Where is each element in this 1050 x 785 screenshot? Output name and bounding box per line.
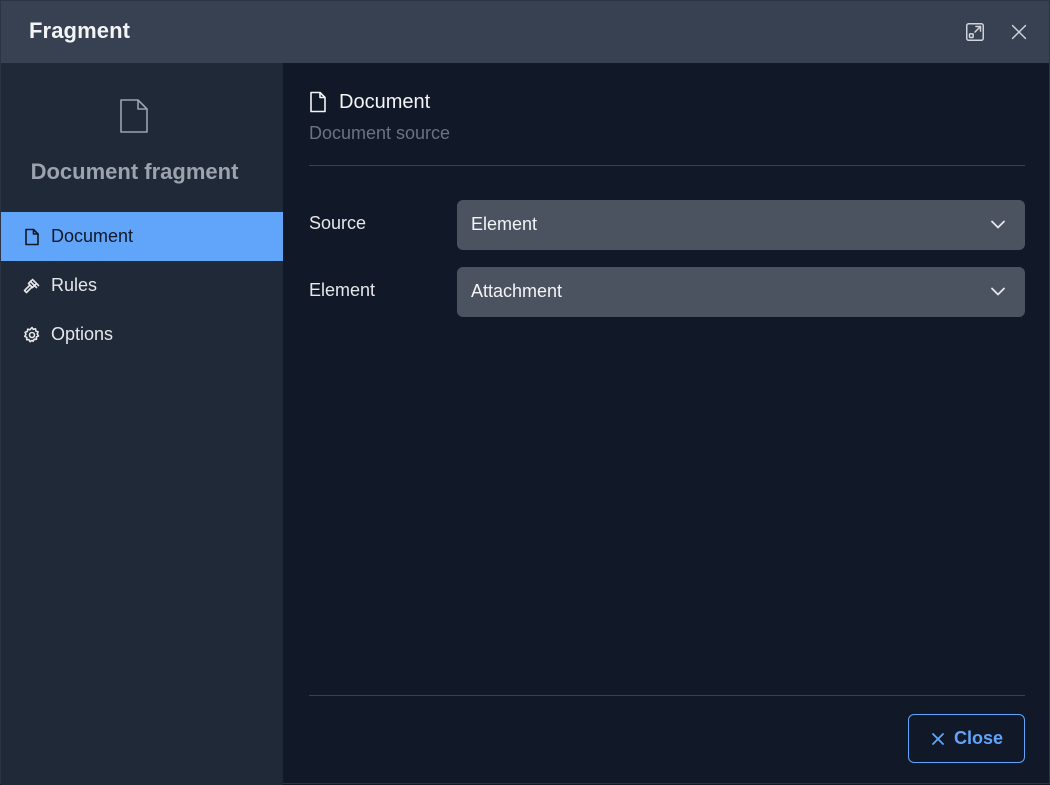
close-button-label: Close <box>953 728 1004 748</box>
gear-icon <box>23 326 41 344</box>
source-select[interactable]: Element <box>457 200 1025 250</box>
sidebar-item-label: Options <box>51 324 114 344</box>
fragment-dialog: Fragment Document fragment Document Rule… <box>0 0 1050 785</box>
source-select-value: Element <box>471 214 538 234</box>
sidebar-title: Document fragment <box>30 159 239 184</box>
close-window-button[interactable] <box>1007 20 1031 44</box>
expand-icon <box>966 23 984 41</box>
document-icon <box>309 91 327 113</box>
close-button[interactable]: Close <box>908 714 1025 763</box>
source-label: Source <box>309 213 367 233</box>
close-icon <box>1011 24 1027 40</box>
sidebar-item-options[interactable]: Options <box>1 310 283 359</box>
dialog-title: Fragment <box>29 18 131 43</box>
expand-button[interactable] <box>963 20 987 44</box>
element-select[interactable]: Attachment <box>457 267 1025 317</box>
element-label: Element <box>309 280 376 300</box>
section-title: Document <box>339 91 431 113</box>
close-icon <box>930 731 946 747</box>
gavel-icon <box>23 277 41 295</box>
sidebar-item-document[interactable]: Document <box>1 212 283 261</box>
sidebar-item-label: Rules <box>51 275 98 295</box>
chevron-down-icon <box>989 215 1007 233</box>
divider <box>309 695 1025 696</box>
dialog-titlebar: Fragment <box>1 1 1049 63</box>
sidebar-item-label: Document <box>51 226 134 246</box>
document-icon <box>23 228 41 246</box>
sidebar-nav: Document Rules Options <box>1 212 283 359</box>
chevron-down-icon <box>989 282 1007 300</box>
main-panel: Document Document source Source Element … <box>283 63 1050 785</box>
section-subtitle: Document source <box>309 123 451 143</box>
element-select-value: Attachment <box>471 281 563 301</box>
sidebar: Document fragment Document Rules Options <box>1 63 283 785</box>
document-icon <box>117 97 151 135</box>
divider <box>309 165 1025 166</box>
sidebar-item-rules[interactable]: Rules <box>1 261 283 310</box>
